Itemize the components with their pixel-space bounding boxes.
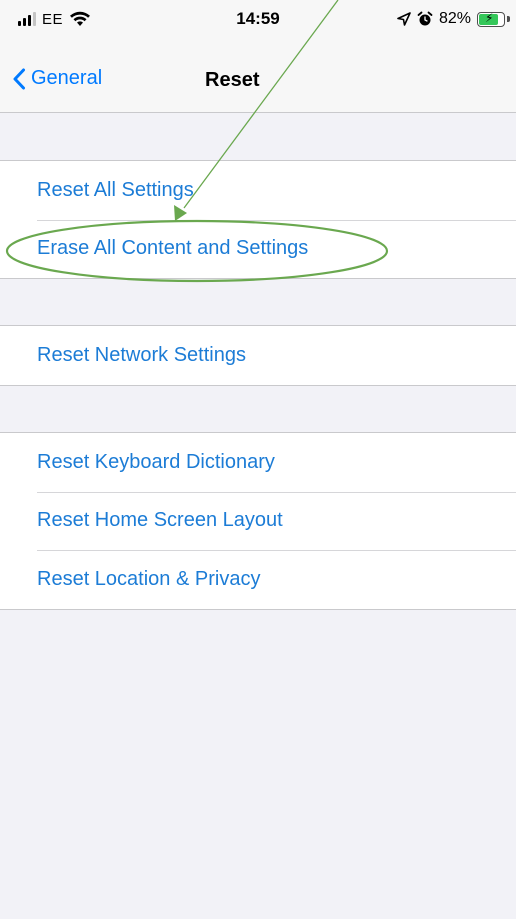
battery-percent: 82% xyxy=(438,10,471,27)
reset-all-settings-row[interactable]: Reset All Settings xyxy=(0,161,516,220)
status-right: 82% ⚡ xyxy=(397,6,510,32)
back-button-general[interactable]: General xyxy=(12,67,102,90)
erase-all-content-row[interactable]: Erase All Content and Settings xyxy=(0,219,516,279)
reset-network-settings-row[interactable]: Reset Network Settings xyxy=(0,326,516,385)
reset-group-network: Reset Network Settings xyxy=(0,325,516,386)
reset-settings-screen: EE 14:59 82% ⚡ General Reset Reset All S… xyxy=(0,0,516,919)
header: EE 14:59 82% ⚡ General Reset xyxy=(0,0,516,113)
reset-location-privacy-row[interactable]: Reset Location & Privacy xyxy=(0,550,516,609)
row-label: Reset All Settings xyxy=(37,178,194,201)
chevron-left-icon xyxy=(13,68,25,89)
navigation-bar: General Reset xyxy=(0,60,516,110)
battery-charging-icon: ⚡ xyxy=(477,10,505,27)
row-label: Reset Home Screen Layout xyxy=(37,509,283,532)
location-icon xyxy=(397,12,411,26)
row-label: Erase All Content and Settings xyxy=(37,237,309,260)
page-title: Reset xyxy=(205,69,260,91)
reset-group-other: Reset Keyboard Dictionary Reset Home Scr… xyxy=(0,432,516,610)
battery-cap xyxy=(507,16,510,22)
charging-bolt-icon: ⚡ xyxy=(485,10,494,25)
reset-home-screen-layout-row[interactable]: Reset Home Screen Layout xyxy=(0,491,516,551)
alarm-icon xyxy=(417,11,433,26)
row-label: Reset Network Settings xyxy=(37,343,246,366)
status-bar: EE 14:59 82% ⚡ xyxy=(0,0,516,40)
back-button-label: General xyxy=(31,67,103,89)
row-label: Reset Location & Privacy xyxy=(37,567,261,590)
reset-group-general: Reset All Settings Erase All Content and… xyxy=(0,160,516,279)
reset-keyboard-dictionary-row[interactable]: Reset Keyboard Dictionary xyxy=(0,433,516,492)
row-label: Reset Keyboard Dictionary xyxy=(37,450,275,473)
